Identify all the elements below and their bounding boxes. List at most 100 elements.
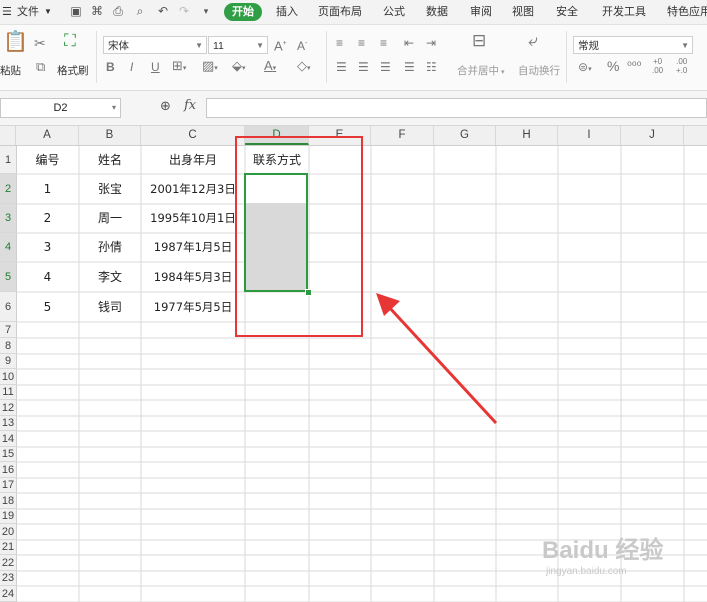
decrease-font-icon[interactable]: A-: [297, 37, 307, 53]
select-all-corner[interactable]: [0, 126, 16, 145]
tab-1[interactable]: 插入: [276, 0, 298, 24]
save-icon[interactable]: ▣: [69, 4, 83, 18]
increase-decimal-icon[interactable]: +0.00: [652, 57, 663, 75]
justify-icon[interactable]: ☰: [404, 60, 415, 74]
column-header-C[interactable]: C: [141, 126, 245, 145]
tab-5[interactable]: 审阅: [470, 0, 492, 24]
tab-8[interactable]: 开发工具: [602, 0, 646, 24]
row-header-4[interactable]: 4: [0, 233, 16, 262]
data-cell[interactable]: 钱司: [79, 292, 141, 322]
merge-center-icon[interactable]: ⊟: [472, 32, 486, 49]
row-header-24[interactable]: 24: [0, 586, 16, 602]
row-header-5[interactable]: 5: [0, 262, 16, 292]
data-cell[interactable]: 李文: [79, 262, 141, 292]
row-header-6[interactable]: 6: [0, 292, 16, 322]
border-icon[interactable]: ⊞▾: [172, 59, 186, 76]
column-header-B[interactable]: B: [79, 126, 141, 145]
row-header-17[interactable]: 17: [0, 478, 16, 493]
header-cell[interactable]: 出身年月: [141, 146, 245, 174]
tab-3[interactable]: 公式: [383, 0, 405, 24]
fill-bucket-icon[interactable]: ⬙▾: [232, 59, 246, 76]
customize-icon[interactable]: ▾: [199, 4, 213, 18]
data-cell[interactable]: 2001年12月3日: [141, 174, 245, 204]
paste-icon[interactable]: 📋: [3, 32, 28, 52]
row-header-10[interactable]: 10: [0, 369, 16, 385]
row-header-18[interactable]: 18: [0, 493, 16, 509]
align-left-icon[interactable]: ☰: [336, 60, 347, 74]
paste-special-icon[interactable]: ⌘: [90, 4, 104, 18]
row-header-19[interactable]: 19: [0, 509, 16, 524]
fill-color-icon[interactable]: ▨▾: [202, 59, 218, 76]
wrap-text-icon[interactable]: ⤶: [528, 32, 538, 49]
data-cell[interactable]: 3: [16, 233, 79, 262]
row-header-15[interactable]: 15: [0, 447, 16, 462]
align-right-icon[interactable]: ☰: [380, 60, 391, 74]
row-header-16[interactable]: 16: [0, 462, 16, 478]
outdent-icon[interactable]: ⇤: [404, 36, 414, 50]
row-header-23[interactable]: 23: [0, 571, 16, 586]
chevron-down-icon[interactable]: ▼: [44, 0, 52, 24]
print-preview-icon[interactable]: ⌕: [133, 4, 147, 18]
tab-2[interactable]: 页面布局: [318, 0, 362, 24]
print-icon[interactable]: ⎙: [111, 4, 125, 18]
row-header-1[interactable]: 1: [0, 146, 16, 174]
row-header-22[interactable]: 22: [0, 555, 16, 571]
column-header-H[interactable]: H: [496, 126, 558, 145]
header-cell[interactable]: 编号: [16, 146, 79, 174]
data-cell[interactable]: 1977年5月5日: [141, 292, 245, 322]
data-cell[interactable]: 5: [16, 292, 79, 322]
column-header-J[interactable]: J: [621, 126, 684, 145]
data-cell[interactable]: 4: [16, 262, 79, 292]
row-header-20[interactable]: 20: [0, 524, 16, 540]
name-box[interactable]: D2 ▾: [0, 98, 121, 118]
data-cell[interactable]: 张宝: [79, 174, 141, 204]
data-cell[interactable]: 周一: [79, 204, 141, 233]
data-cell[interactable]: 1984年5月3日: [141, 262, 245, 292]
row-header-8[interactable]: 8: [0, 338, 16, 354]
data-cell[interactable]: 1995年10月1日: [141, 204, 245, 233]
align-middle-icon[interactable]: ≡: [358, 36, 365, 50]
header-cell[interactable]: 姓名: [79, 146, 141, 174]
underline-icon[interactable]: U: [151, 60, 160, 74]
data-cell[interactable]: 1987年1月5日: [141, 233, 245, 262]
row-header-11[interactable]: 11: [0, 385, 16, 400]
merge-center-label[interactable]: 合并居中 ▾: [457, 63, 504, 78]
bold-icon[interactable]: B: [106, 60, 115, 74]
hamburger-icon[interactable]: ☰: [2, 0, 12, 24]
data-cell[interactable]: 1: [16, 174, 79, 204]
align-center-icon[interactable]: ☰: [358, 60, 369, 74]
align-bottom-icon[interactable]: ≡: [380, 36, 387, 50]
increase-font-icon[interactable]: A+: [274, 37, 287, 53]
font-size-select[interactable]: 11 ▼: [208, 36, 268, 54]
row-header-7[interactable]: 7: [0, 322, 16, 338]
font-color-icon[interactable]: A▾: [264, 59, 276, 76]
format-painter-label[interactable]: 格式刷: [57, 63, 89, 78]
row-header-2[interactable]: 2: [0, 174, 16, 204]
row-header-9[interactable]: 9: [0, 354, 16, 369]
currency-icon[interactable]: ⊜▾: [578, 60, 592, 77]
column-header-F[interactable]: F: [371, 126, 434, 145]
format-painter-icon[interactable]: ⛶: [64, 32, 76, 49]
indent-icon[interactable]: ⇥: [426, 36, 436, 50]
row-header-12[interactable]: 12: [0, 400, 16, 416]
cut-icon[interactable]: ✂: [34, 36, 46, 50]
tab-9[interactable]: 特色应用: [667, 0, 707, 24]
tab-0[interactable]: 开始: [224, 3, 262, 21]
column-header-G[interactable]: G: [434, 126, 496, 145]
row-header-3[interactable]: 3: [0, 204, 16, 233]
paste-label[interactable]: 粘贴: [0, 63, 21, 78]
tab-4[interactable]: 数据: [426, 0, 448, 24]
wrap-text-label[interactable]: 自动换行: [518, 63, 560, 78]
number-format-select[interactable]: 常规 ▼: [573, 36, 693, 54]
data-cell[interactable]: 2: [16, 204, 79, 233]
undo-icon[interactable]: ↶: [156, 4, 170, 18]
thousands-icon[interactable]: ⁰⁰⁰: [627, 59, 641, 73]
decrease-decimal-icon[interactable]: .00 +.0: [676, 57, 687, 75]
distribute-icon[interactable]: ☷: [426, 60, 437, 74]
formula-input[interactable]: [206, 98, 707, 118]
copy-icon[interactable]: ⧉: [36, 60, 45, 74]
row-header-13[interactable]: 13: [0, 416, 16, 431]
align-top-icon[interactable]: ≡: [336, 36, 343, 50]
row-header-14[interactable]: 14: [0, 431, 16, 447]
percent-icon[interactable]: %: [607, 59, 619, 73]
